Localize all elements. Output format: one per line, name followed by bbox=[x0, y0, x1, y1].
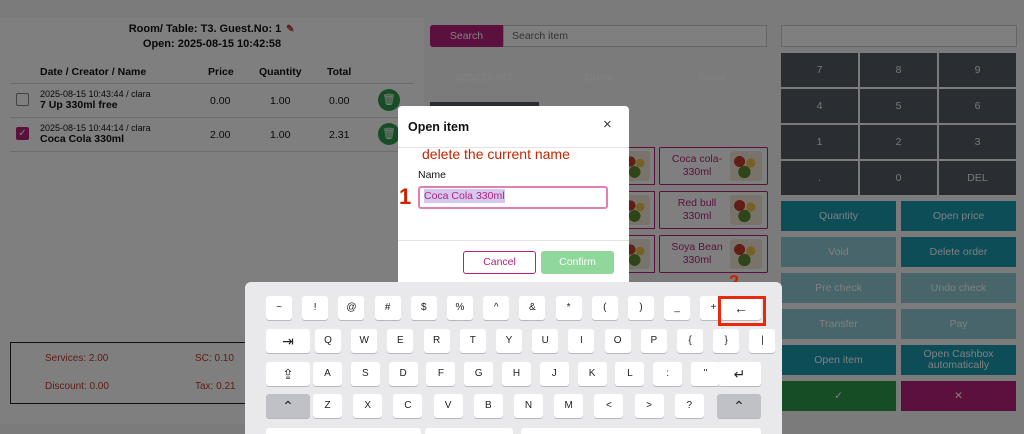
keyboard-key[interactable]: T bbox=[459, 329, 486, 353]
keyboard-key[interactable]: I bbox=[568, 329, 595, 353]
keyboard-key[interactable]: ? bbox=[674, 394, 704, 418]
keyboard-key[interactable]: < bbox=[594, 394, 624, 418]
keyboard-key[interactable]: N bbox=[514, 394, 543, 418]
keyboard-key[interactable]: ( bbox=[591, 296, 618, 320]
keyboard-key[interactable]: V bbox=[433, 394, 463, 418]
keyboard-key[interactable]: K bbox=[577, 362, 607, 386]
close-icon[interactable]: × bbox=[603, 117, 612, 132]
keyboard-key[interactable]: W bbox=[351, 329, 378, 353]
keyboard-key[interactable]: ⌃ bbox=[266, 394, 310, 418]
keyboard-key[interactable]: M bbox=[554, 394, 584, 418]
keyboard-key[interactable]: ) bbox=[628, 296, 654, 320]
keyboard-key[interactable]: R bbox=[423, 329, 450, 353]
keyboard-key[interactable]: H bbox=[502, 362, 531, 386]
cancel-button[interactable]: Cancel bbox=[463, 251, 536, 274]
keyboard-key[interactable]: G bbox=[464, 362, 494, 386]
keyboard-key[interactable]: B bbox=[473, 394, 503, 418]
step-1-annotation: 1 bbox=[399, 184, 412, 209]
keyboard-key[interactable]: @ bbox=[338, 296, 365, 320]
keyboard-key[interactable]: J bbox=[539, 362, 569, 386]
divider bbox=[398, 240, 629, 241]
keyboard-key[interactable]: ⇥ bbox=[266, 329, 310, 353]
keyboard-key[interactable]: L bbox=[615, 362, 645, 386]
highlight-backspace-box bbox=[718, 296, 766, 326]
on-screen-keyboard: ~! @ # $% ^ & *() _ + ← ⇥ Q W E R T Y U I O P{} | ⇪ A S D F G H J K L: "… bbox=[245, 282, 782, 434]
keyboard-key[interactable]: Y bbox=[496, 329, 522, 353]
keyboard-key[interactable]: ↵ bbox=[718, 362, 761, 386]
keyboard-key[interactable]: Z bbox=[313, 394, 342, 418]
keyboard-key[interactable]: C bbox=[393, 394, 423, 418]
keyboard-key[interactable]: ⌃ bbox=[717, 394, 761, 418]
keyboard-key[interactable]: & bbox=[519, 296, 546, 320]
keyboard-key[interactable] bbox=[521, 428, 761, 434]
keyboard-key[interactable]: A bbox=[313, 362, 342, 386]
keyboard-key[interactable]: O bbox=[604, 329, 631, 353]
name-input-value: Coca Cola 330ml bbox=[424, 189, 505, 203]
keyboard-key[interactable]: Q bbox=[315, 329, 341, 353]
keyboard-key[interactable]: P bbox=[640, 329, 667, 353]
keyboard-key[interactable]: F bbox=[426, 362, 456, 386]
keyboard-key[interactable]: ^ bbox=[483, 296, 510, 320]
open-item-dialog: Open item × delete the current name Name… bbox=[398, 106, 629, 286]
keyboard-key[interactable]: ⇪ bbox=[266, 362, 310, 386]
keyboard-key[interactable]: S bbox=[350, 362, 380, 386]
keyboard-key[interactable]: _ bbox=[664, 296, 691, 320]
keyboard-key[interactable]: > bbox=[634, 394, 664, 418]
instruction-annotation: delete the current name bbox=[422, 146, 570, 162]
keyboard-key[interactable]: * bbox=[555, 296, 582, 320]
keyboard-key[interactable]: ~ bbox=[266, 296, 292, 320]
keyboard-key[interactable] bbox=[425, 428, 513, 434]
keyboard-key[interactable]: U bbox=[532, 329, 559, 353]
keyboard-key[interactable]: : bbox=[653, 362, 683, 386]
keyboard-key[interactable]: E bbox=[387, 329, 414, 353]
name-input[interactable]: Coca Cola 330ml bbox=[418, 186, 608, 209]
keyboard-key[interactable]: { bbox=[677, 329, 703, 353]
keyboard-key[interactable] bbox=[266, 428, 421, 434]
keyboard-key[interactable]: % bbox=[447, 296, 473, 320]
keyboard-key[interactable]: D bbox=[388, 362, 418, 386]
keyboard-key[interactable]: } bbox=[713, 329, 740, 353]
keyboard-key[interactable]: ! bbox=[302, 296, 329, 320]
keyboard-key[interactable]: # bbox=[374, 296, 401, 320]
keyboard-key[interactable]: $ bbox=[410, 296, 437, 320]
confirm-button[interactable]: Confirm bbox=[541, 251, 614, 274]
keyboard-key[interactable]: " bbox=[691, 362, 720, 386]
keyboard-key[interactable]: | bbox=[749, 329, 776, 353]
name-label: Name bbox=[418, 169, 447, 181]
dialog-title: Open item bbox=[408, 120, 470, 134]
keyboard-key[interactable]: X bbox=[353, 394, 383, 418]
